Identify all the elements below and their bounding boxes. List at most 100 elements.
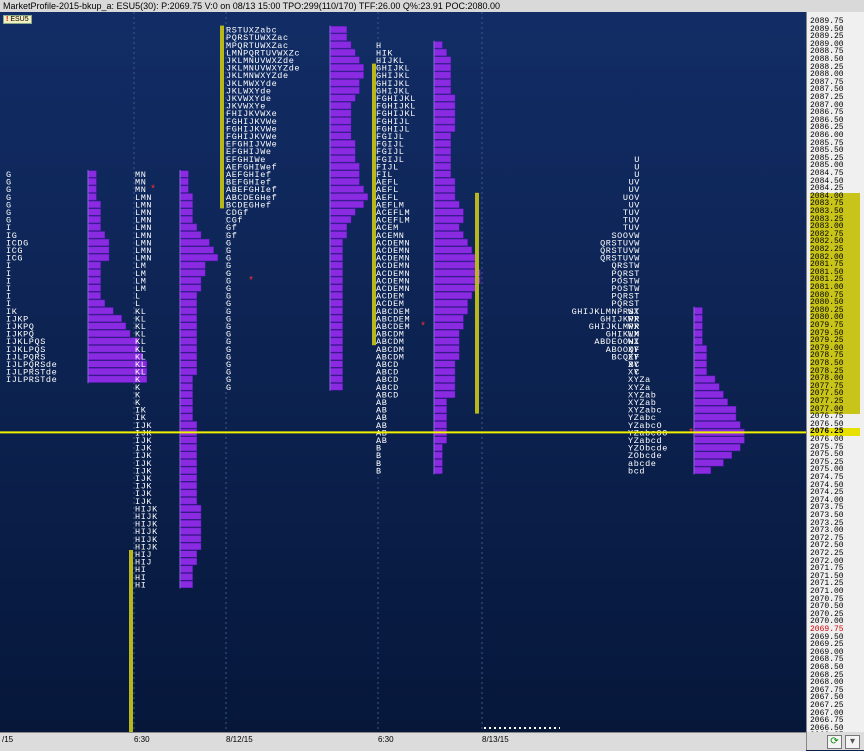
histogram-bar <box>87 269 101 277</box>
histogram-bar <box>329 368 343 376</box>
poc-marker-icon: * <box>248 275 254 287</box>
histogram-bar <box>433 322 464 330</box>
histogram-bar <box>179 185 189 193</box>
poc-marker-icon: * <box>420 321 426 333</box>
histogram-bar <box>329 208 356 216</box>
histogram-bar <box>179 504 202 512</box>
histogram-bar <box>433 140 452 148</box>
scroll-down-icon[interactable]: ▾ <box>845 735 860 749</box>
histogram-bar <box>179 383 193 391</box>
histogram-bar <box>433 254 477 262</box>
histogram-bar <box>179 497 198 505</box>
histogram-bar <box>433 162 452 170</box>
histogram-bar <box>433 132 452 140</box>
histogram-bar <box>433 109 456 117</box>
histogram-bar <box>433 102 456 110</box>
histogram-bar <box>433 390 456 398</box>
histogram-bar <box>433 284 477 292</box>
tpo-row: bcd <box>628 466 645 476</box>
histogram-bar <box>693 421 741 429</box>
histogram-bar <box>433 299 468 307</box>
histogram-bar <box>329 284 343 292</box>
histogram-bar <box>179 231 202 239</box>
histogram-bar <box>87 238 110 246</box>
market-profile-chart[interactable]: ! ESU5 G G G G G G G I IG ICDG ICG ICG I I I I I I IK IJKP IJ… <box>0 12 806 732</box>
histogram-bar <box>433 71 452 79</box>
histogram-bar <box>433 436 447 444</box>
histogram-bar <box>179 238 210 246</box>
histogram-bar <box>179 330 198 338</box>
histogram-bar <box>179 413 193 421</box>
histogram-bar <box>179 406 193 414</box>
histogram-bar <box>87 330 131 338</box>
histogram-bar <box>433 223 460 231</box>
histogram-bar <box>329 178 360 186</box>
histogram-bar <box>87 193 97 201</box>
price-axis[interactable]: 2089.75 2089.50 2089.25 2089.00 2088.75 2088.… <box>806 12 864 732</box>
histogram-bar <box>329 216 352 224</box>
histogram-bar <box>329 292 343 300</box>
histogram-bar <box>329 246 343 254</box>
histogram-bar <box>693 368 707 376</box>
time-label: 6:30 <box>134 735 150 744</box>
histogram-bar <box>87 254 110 262</box>
histogram-bar <box>433 383 456 391</box>
tpo-row: G <box>226 383 232 393</box>
histogram-bar <box>329 193 369 201</box>
histogram-bar <box>87 200 101 208</box>
histogram-bar <box>433 79 452 87</box>
histogram-bar <box>433 352 460 360</box>
histogram-bar <box>179 208 193 216</box>
histogram-bar <box>179 573 193 581</box>
histogram-bar <box>179 269 206 277</box>
histogram-bar <box>329 383 343 391</box>
refresh-icon[interactable]: ⟳ <box>827 735 842 749</box>
histogram-bar <box>693 345 707 353</box>
chart-controls: ⟳ ▾ <box>806 732 864 750</box>
time-label: 8/13/15 <box>482 735 509 744</box>
histogram-bar <box>433 94 456 102</box>
histogram-bar <box>329 200 364 208</box>
histogram-bar <box>693 413 737 421</box>
tpo-row: IJLPRSTde <box>6 375 57 385</box>
histogram-bar <box>179 482 198 490</box>
histogram-bar <box>179 193 193 201</box>
histogram-bar <box>329 79 360 87</box>
value-area-bar <box>220 25 224 209</box>
histogram-bar <box>433 261 477 269</box>
histogram-bar <box>329 360 343 368</box>
histogram-bar <box>179 459 198 467</box>
histogram-bar <box>87 307 114 315</box>
histogram-bar <box>179 216 193 224</box>
histogram-bar <box>179 276 202 284</box>
histogram-bar <box>693 360 707 368</box>
histogram-bar <box>329 147 356 155</box>
histogram-bar <box>433 337 460 345</box>
histogram-bar <box>179 307 198 315</box>
histogram-bar <box>179 254 219 262</box>
histogram-bar <box>179 337 198 345</box>
profile-plot: GGGGGGGIIGICDGICGICGIIIIIIIKIJKPIJKPQIJK… <box>0 12 806 732</box>
histogram-bar <box>329 162 360 170</box>
profile-5: WXWXWXWXWXXYXYXYXYXYZaXYZaXYZabXYZabXYZa… <box>628 306 745 476</box>
histogram-bar <box>433 147 452 155</box>
histogram-bar <box>179 542 202 550</box>
histogram-bar <box>179 390 193 398</box>
histogram-bar <box>433 124 456 132</box>
histogram-bar <box>433 451 443 459</box>
value-area-bar <box>475 192 479 414</box>
histogram-bar <box>693 398 728 406</box>
histogram-bar <box>179 466 198 474</box>
histogram-bar <box>433 307 468 315</box>
histogram-bar <box>179 520 202 528</box>
histogram-bar <box>329 64 364 72</box>
histogram-bar <box>433 117 456 125</box>
tpo-row: HI <box>135 580 146 590</box>
histogram-bar <box>87 231 106 239</box>
histogram-bar <box>329 352 343 360</box>
symbol-badge: ! ESU5 <box>3 15 32 24</box>
time-axis[interactable]: /15 6:30 8/12/15 6:30 8/13/15 <box>0 732 806 751</box>
histogram-bar <box>329 86 360 94</box>
histogram-bar <box>329 48 356 56</box>
histogram-bar <box>329 337 343 345</box>
